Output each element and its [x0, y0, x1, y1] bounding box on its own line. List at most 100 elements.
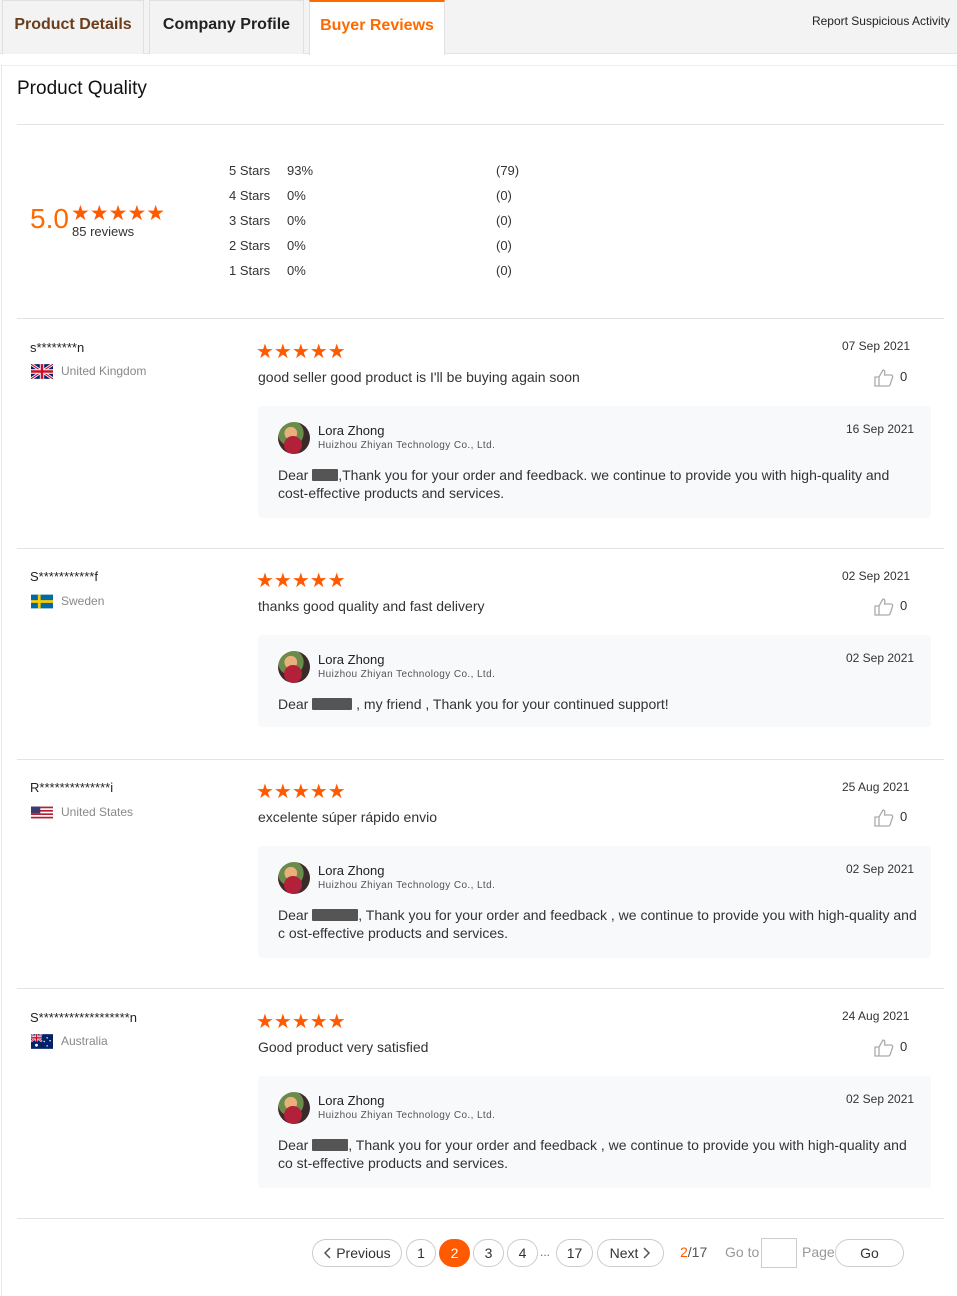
avatar — [278, 1092, 310, 1124]
tab-buyer-reviews[interactable]: Buyer Reviews — [309, 0, 445, 55]
review-text: good seller good product is I'll be buyi… — [258, 369, 580, 385]
reviewer-country: United Kingdom — [61, 364, 147, 378]
reply-company: Huizhou Zhiyan Technology Co., Ltd. — [318, 440, 496, 451]
reply-text: Dear , Thank you for your order and feed… — [278, 1137, 907, 1171]
review-text: thanks good quality and fast delivery — [258, 598, 485, 614]
review-stars-icon: ★★★★★ — [256, 341, 346, 363]
page-count: 2/17 — [680, 1244, 708, 1260]
reply-text: Dear , Thank you for your order and feed… — [278, 907, 917, 941]
redacted-name — [312, 469, 339, 481]
distribution-count: (0) — [496, 213, 512, 228]
distribution-label: 5 Stars — [229, 163, 271, 178]
divider — [17, 548, 944, 549]
distribution-label: 4 Stars — [229, 188, 271, 203]
distribution-percent: 93% — [287, 163, 314, 178]
like-count: 0 — [900, 1039, 908, 1054]
average-score: 5.0 — [30, 203, 69, 234]
page-label: Page — [802, 1244, 835, 1260]
review-text: Good product very satisfied — [258, 1039, 429, 1055]
avatar — [278, 862, 310, 894]
page-button-4[interactable]: 4 — [507, 1239, 538, 1267]
thumbs-up-icon[interactable] — [874, 369, 894, 387]
section-title: Product Quality — [17, 78, 147, 99]
review-date: 24 Aug 2021 — [842, 1009, 910, 1023]
redacted-name — [312, 909, 359, 921]
page-button-2[interactable]: 2 — [439, 1239, 470, 1267]
distribution-label: 1 Stars — [229, 263, 271, 278]
divider — [17, 1218, 944, 1219]
review-stars-icon: ★★★★★ — [256, 781, 346, 803]
divider — [17, 318, 944, 319]
review-stars-icon: ★★★★★ — [256, 570, 346, 592]
distribution-percent: 0% — [287, 238, 306, 253]
australia-flag-icon — [31, 1034, 53, 1049]
reply-author: Lora Zhong — [318, 423, 385, 438]
distribution-count: (79) — [496, 163, 520, 178]
reviews-count: 85 reviews — [72, 224, 135, 239]
avatar — [278, 422, 310, 454]
like-count: 0 — [900, 809, 908, 824]
thumbs-up-icon[interactable] — [874, 598, 894, 616]
reviewer-name: S***********f — [30, 569, 98, 584]
review-stars-icon: ★★★★★ — [256, 1011, 346, 1033]
previous-page-button[interactable]: Previous — [312, 1239, 402, 1267]
seller-reply: Lora Zhong Huizhou Zhiyan Technology Co.… — [258, 1076, 931, 1188]
reply-company: Huizhou Zhiyan Technology Co., Ltd. — [318, 669, 496, 680]
distribution-percent: 0% — [287, 263, 306, 278]
reviewer-country: Australia — [61, 1034, 108, 1048]
divider — [17, 124, 944, 125]
distribution-count: (0) — [496, 188, 512, 203]
distribution-percent: 0% — [287, 188, 306, 203]
thumbs-up-icon[interactable] — [874, 809, 894, 827]
go-button[interactable]: Go — [835, 1239, 904, 1267]
reply-date: 02 Sep 2021 — [846, 1092, 915, 1106]
tab-product-details[interactable]: Product Details — [2, 0, 144, 54]
report-suspicious-activity-link[interactable]: Report Suspicious Activity — [812, 14, 950, 28]
chevron-right-icon — [643, 1247, 651, 1259]
page-button-1[interactable]: 1 — [406, 1239, 436, 1267]
review-text: excelente súper rápido envio — [258, 809, 438, 825]
tab-bar: Product Details Company Profile Buyer Re… — [0, 0, 957, 55]
like-count: 0 — [900, 598, 908, 613]
average-stars-icon: ★★★★★ — [71, 202, 166, 225]
goto-label: Go to — [725, 1244, 760, 1260]
distribution-label: 2 Stars — [229, 238, 271, 253]
chevron-left-icon — [324, 1247, 331, 1259]
seller-reply: Lora Zhong Huizhou Zhiyan Technology Co.… — [258, 635, 931, 727]
divider — [17, 759, 944, 760]
reply-date: 16 Sep 2021 — [846, 422, 915, 436]
distribution-label: 3 Stars — [229, 213, 271, 228]
reviewer-country: Sweden — [61, 594, 105, 608]
reviewer-name: R**************i — [30, 780, 114, 795]
distribution-count: (0) — [496, 263, 512, 278]
like-count: 0 — [900, 369, 908, 384]
reply-company: Huizhou Zhiyan Technology Co., Ltd. — [318, 880, 496, 891]
redacted-name — [312, 698, 353, 710]
reply-text: Dear , my friend , Thank you for your co… — [278, 696, 669, 712]
review-date: 25 Aug 2021 — [842, 780, 910, 794]
redacted-name — [312, 1139, 349, 1151]
reply-date: 02 Sep 2021 — [846, 651, 915, 665]
reply-date: 02 Sep 2021 — [846, 862, 915, 876]
divider — [17, 988, 944, 989]
pagination-ellipsis: ... — [540, 1245, 551, 1259]
reply-author: Lora Zhong — [318, 652, 385, 667]
distribution-count: (0) — [496, 238, 512, 253]
next-page-button[interactable]: Next — [597, 1239, 664, 1267]
page-button-3[interactable]: 3 — [473, 1239, 504, 1267]
reply-company: Huizhou Zhiyan Technology Co., Ltd. — [318, 1110, 496, 1121]
page-button-17[interactable]: 17 — [556, 1239, 593, 1267]
review-date: 02 Sep 2021 — [842, 569, 911, 583]
sweden-flag-icon — [31, 594, 53, 609]
goto-page-input[interactable] — [761, 1238, 797, 1268]
reply-text: Dear ,Thank you for your order and feedb… — [278, 467, 890, 501]
reply-author: Lora Zhong — [318, 1093, 385, 1108]
us-flag-icon — [31, 806, 53, 819]
reviewer-country: United States — [61, 805, 134, 819]
seller-reply: Lora Zhong Huizhou Zhiyan Technology Co.… — [258, 846, 931, 958]
thumbs-up-icon[interactable] — [874, 1039, 894, 1057]
tab-company-profile[interactable]: Company Profile — [149, 0, 304, 54]
seller-reply: Lora Zhong Huizhou Zhiyan Technology Co.… — [258, 406, 931, 518]
avatar — [278, 651, 310, 683]
reviewer-name: s********n — [30, 340, 85, 355]
